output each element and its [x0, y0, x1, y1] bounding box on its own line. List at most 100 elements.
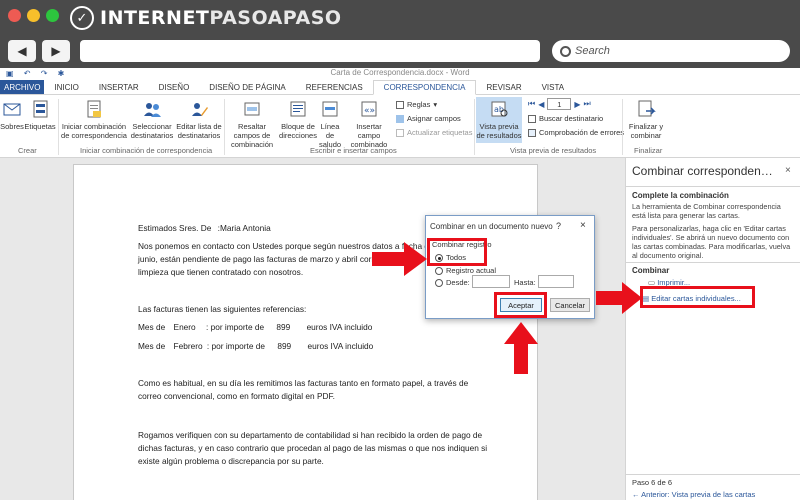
record-number-input[interactable]: 1 [547, 98, 572, 110]
complete-text: La herramienta de Combinar correspondenc… [632, 202, 781, 220]
finish-merge-icon [636, 99, 656, 119]
forward-button[interactable]: ▶ [42, 40, 70, 62]
letter-paragraph-4-line-1: Rogamos verifiquen con su departamento d… [138, 430, 483, 440]
linea-saludo-button[interactable]: Línea de saludo [316, 99, 344, 149]
anterior-link[interactable]: ← Anterior: Vista previa de las cartas [632, 490, 755, 499]
arrow-to-aceptar-icon [504, 322, 538, 374]
iniciar-group-label: Iniciar combinación de correspondencia [80, 146, 213, 155]
close-icon[interactable]: × [580, 220, 586, 231]
desde-input[interactable] [472, 275, 510, 288]
maximize-window-button[interactable] [46, 9, 59, 22]
iniciar-combinacion-button[interactable]: Iniciar combinación de correspondencia [60, 99, 128, 140]
finalizar-combinar-button[interactable]: Finalizar y combinar [626, 99, 666, 140]
invoice-row-1: Mes de Enero : por importe de 899 euros … [138, 322, 372, 332]
letter-greeting-line: Estimados Sres. De :Maria Antonia [138, 223, 271, 233]
cancelar-button[interactable]: Cancelar [550, 298, 590, 312]
sobres-label: Sobres [0, 122, 24, 131]
buscar-destinatario-button[interactable]: Buscar destinatario [528, 114, 603, 123]
forward-arrow-icon: ▶ [51, 44, 61, 58]
edit-list-icon [189, 99, 209, 119]
document-title: Carta de Correspondencia.docx - Word [330, 68, 470, 77]
linea-saludo-label: Línea de saludo [318, 122, 342, 149]
tab-referencias[interactable]: REFERENCIAS [296, 80, 373, 94]
update-labels-icon [396, 128, 404, 137]
editar-lista-button[interactable]: Editar lista de destinatarios [176, 99, 222, 140]
letter-greeting: Estimados Sres. De [138, 223, 212, 233]
back-arrow-icon: ← [632, 490, 640, 499]
last-record-icon[interactable]: ⏭ [584, 99, 591, 109]
vista-previa-button[interactable]: ab Vista previa de resultados [476, 97, 522, 143]
bloque-direcciones-button[interactable]: Bloque de direcciones [279, 99, 317, 140]
etiquetas-label: Etiquetas [24, 122, 56, 131]
labels-icon [30, 99, 50, 119]
comprobacion-errores-label: Comprobación de errores [539, 128, 625, 137]
letter-paragraph-2: Las facturas tienen las siguientes refer… [138, 304, 307, 314]
ribbon-correspondencia: Sobres Etiquetas Crear Iniciar combinaci… [0, 95, 800, 158]
tab-archivo[interactable]: ARCHIVO [0, 80, 45, 94]
close-window-button[interactable] [8, 9, 21, 22]
first-record-icon[interactable]: ⏮ [528, 99, 535, 109]
group-separator [58, 99, 59, 155]
resaltar-campos-button[interactable]: Resaltar campos de combinación [226, 99, 278, 149]
pane-divider [626, 262, 800, 263]
hasta-input[interactable] [538, 275, 574, 288]
group-separator [474, 99, 475, 155]
tab-insertar[interactable]: INSERTAR [89, 80, 149, 94]
desde-label: Desde: [446, 278, 470, 287]
quick-access-toolbar[interactable]: ▣ ↶ ↷ ✱ [6, 69, 68, 78]
finalizar-combinar-label: Finalizar y combinar [628, 122, 664, 140]
next-record-icon[interactable]: ▶ [574, 100, 580, 109]
greeting-line-icon [320, 99, 340, 119]
seleccionar-destinatarios-button[interactable]: Seleccionar destinatarios [130, 99, 174, 140]
letter-paragraph-4-line-2: dichas facturas, y en caso contrario que… [138, 443, 488, 453]
etiquetas-button[interactable]: Etiquetas [24, 99, 56, 131]
document-start-icon [84, 99, 104, 119]
check-errors-icon [528, 128, 536, 137]
reglas-button[interactable]: Reglas ▾ [396, 100, 437, 109]
registro-actual-radio[interactable] [435, 267, 443, 275]
letter-paragraph-4-line-3: existe algún problema o discrepancia por… [138, 456, 324, 466]
browser-toolbar: ◀ ▶ Search [0, 36, 800, 68]
actualizar-etiquetas-button[interactable]: Actualizar etiquetas [396, 128, 472, 137]
svg-text:«»: «» [364, 106, 375, 116]
registro-actual-label: Registro actual [446, 266, 497, 275]
editar-cartas-highlight [640, 286, 755, 308]
tab-vista[interactable]: VISTA [532, 80, 575, 94]
tab-inicio[interactable]: INICIO [44, 80, 88, 94]
invoice-row-2: Mes de Febrero : por importe de 899 euro… [138, 341, 373, 351]
letter-paragraph-3-line-2: correo convencional, como en formato dig… [138, 391, 335, 401]
search-input[interactable]: Search [552, 40, 790, 62]
asignar-campos-button[interactable]: Asignar campos [396, 114, 461, 123]
aceptar-highlight [494, 292, 547, 318]
step-indicator: Paso 6 de 6 [632, 478, 673, 487]
euros-iva-label: euros IVA incluido [307, 341, 374, 351]
find-recipient-icon [528, 114, 536, 123]
todos-highlight [427, 238, 487, 266]
group-separator [622, 99, 623, 155]
tab-correspondencia[interactable]: CORRESPONDENCIA [372, 80, 477, 95]
tab-diseno[interactable]: DISEÑO [149, 80, 200, 94]
tab-diseno-pagina[interactable]: DISEÑO DE PÁGINA [199, 80, 295, 94]
comprobacion-errores-button[interactable]: Comprobación de errores [528, 128, 624, 137]
sobres-button[interactable]: Sobres [0, 99, 24, 131]
url-bar[interactable] [80, 40, 540, 62]
arrow-to-editar-cartas-icon [596, 282, 642, 314]
anterior-label: Anterior: Vista previa de las cartas [641, 490, 756, 499]
word-window: ▣ ↶ ↷ ✱ Carta de Correspondencia.docx - … [0, 68, 800, 500]
mes-label: Mes de [138, 322, 166, 332]
tab-revisar[interactable]: REVISAR [476, 80, 531, 94]
back-button[interactable]: ◀ [8, 40, 36, 62]
vista-group-label: Vista previa de resultados [510, 146, 597, 155]
insertar-campo-button[interactable]: «» Insertar campo combinado [345, 99, 393, 149]
previous-record-icon[interactable]: ◀ [538, 100, 544, 109]
highlight-fields-icon [242, 99, 262, 119]
reglas-label: Reglas [407, 100, 431, 109]
merge-field-name: :Maria Antonia [217, 223, 271, 233]
invoice-amount: 899 [277, 341, 292, 351]
desde-radio[interactable] [435, 279, 443, 287]
pane-close-icon[interactable]: × [785, 165, 791, 176]
help-icon[interactable]: ? [556, 221, 561, 231]
minimize-window-button[interactable] [27, 9, 40, 22]
record-navigation[interactable]: ⏮ ◀ 1 ▶ ⏭ [528, 98, 591, 110]
pane-divider [626, 474, 800, 475]
